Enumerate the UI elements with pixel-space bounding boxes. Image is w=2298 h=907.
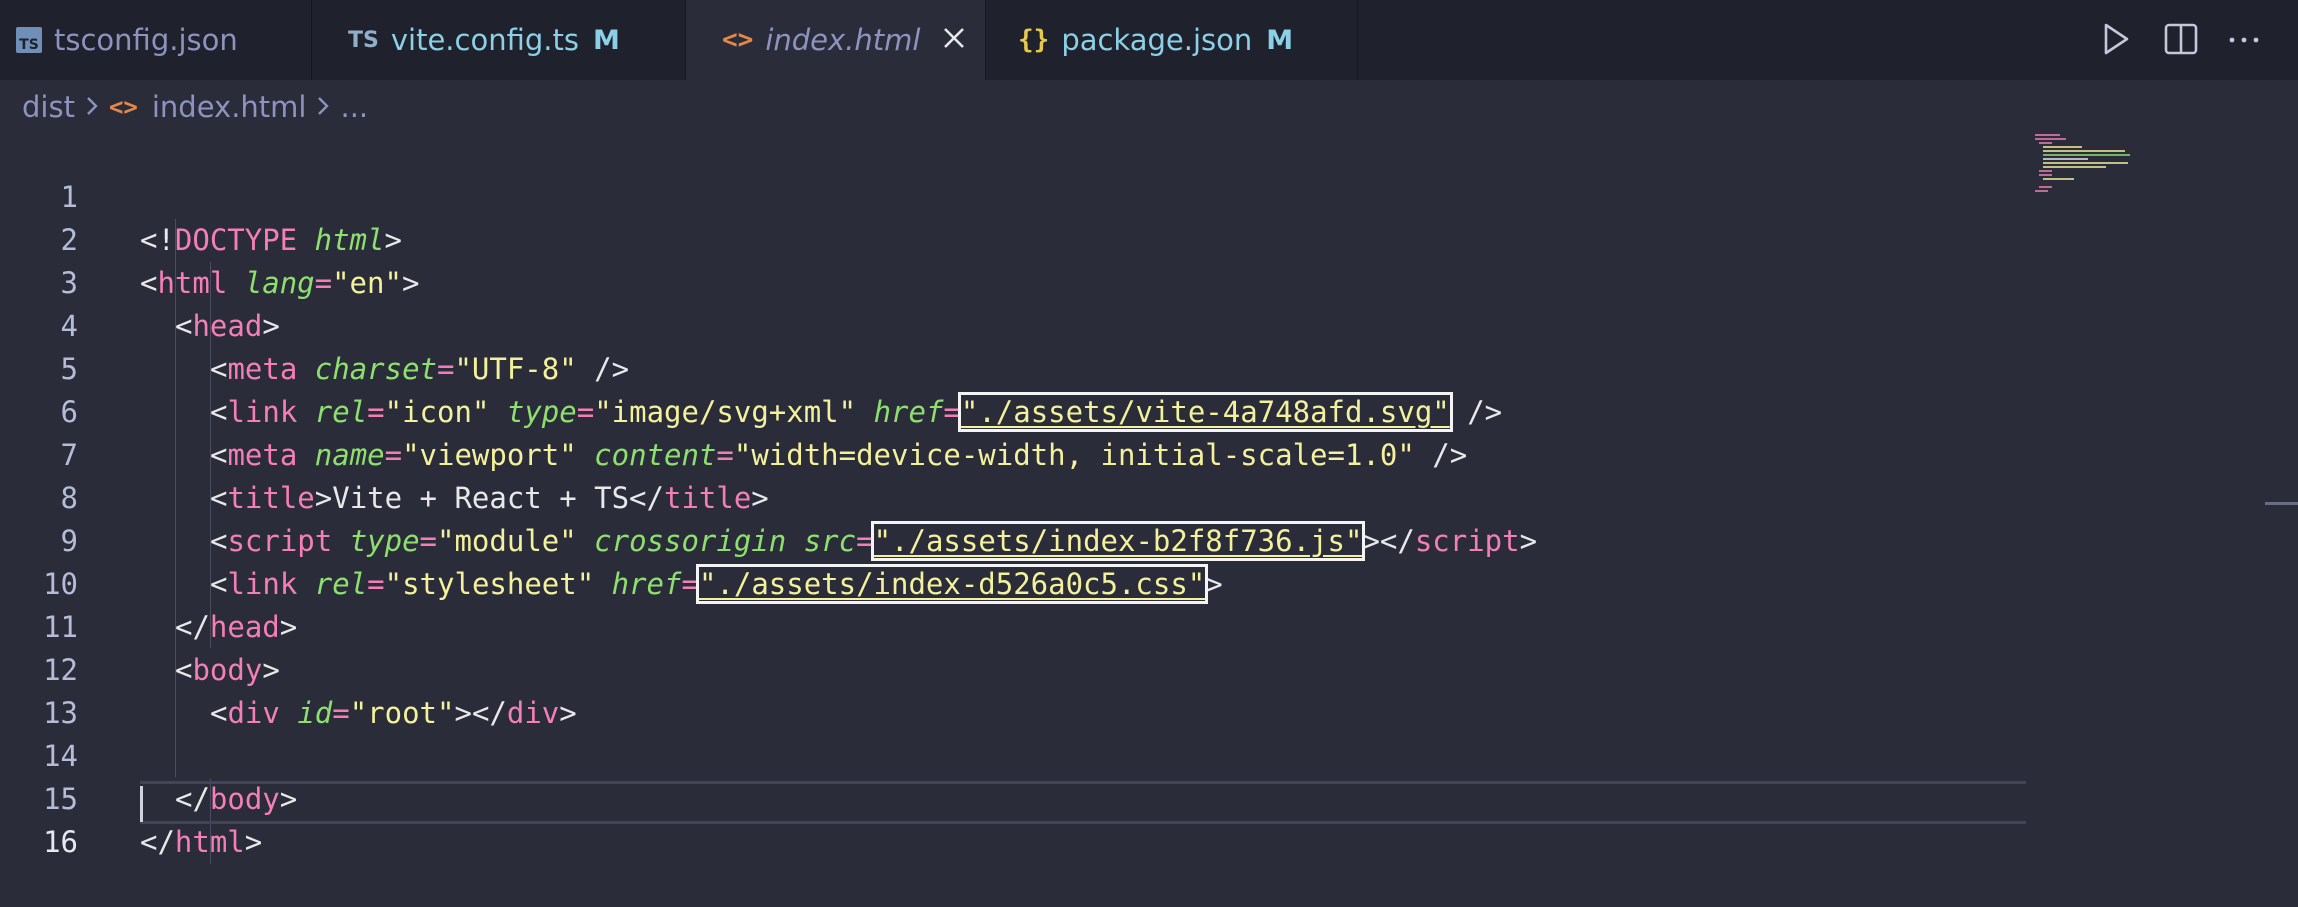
minimap-preview: [2035, 134, 2130, 192]
code-line: 11 <body>: [0, 563, 2030, 687]
close-icon[interactable]: [942, 23, 966, 57]
breadcrumb: dist <> index.html ...: [22, 88, 368, 126]
chevron-right-icon: [85, 90, 99, 124]
run-icon[interactable]: [2100, 20, 2132, 62]
tab-label: package.json: [1061, 23, 1253, 57]
breadcrumb-more[interactable]: ...: [340, 90, 368, 124]
code-line: 4 <meta charset="UTF-8" />: [0, 262, 2030, 386]
code-line: 13: [0, 649, 2030, 730]
html-file-icon: <>: [108, 93, 138, 121]
tab-index-html[interactable]: <> index.html: [686, 0, 986, 80]
json-file-icon: {}: [1018, 25, 1050, 55]
code-line: 12 <div id="root"></div>: [0, 606, 2030, 730]
text-cursor: [140, 786, 143, 822]
code-line: 15 </html>: [0, 735, 2030, 859]
code-line: 5 <link rel="icon" type="image/svg+xml" …: [0, 305, 2030, 432]
typescript-file-icon: TS: [348, 27, 379, 53]
editor-tab-bar: TS tsconfig.json TS vite.config.ts M <> …: [0, 0, 2298, 80]
minimap[interactable]: [2030, 130, 2298, 850]
tab-label: tsconfig.json: [54, 23, 238, 57]
tab-vite-config-ts[interactable]: TS vite.config.ts M: [312, 0, 686, 80]
modified-badge: M: [592, 24, 620, 56]
code-line: 3 <head>: [0, 219, 2030, 343]
split-editor-icon[interactable]: [2163, 20, 2199, 62]
line-number: 16: [43, 825, 78, 859]
more-icon[interactable]: [2226, 20, 2262, 62]
current-line-highlight: [140, 781, 2026, 824]
code-line: 9 <link rel="stylesheet" href="./assets/…: [0, 477, 2030, 604]
code-line: 7 <title>Vite + React + TS</title>: [0, 391, 2030, 515]
tab-tsconfig-json[interactable]: TS tsconfig.json: [0, 0, 312, 80]
html-file-icon: <>: [722, 25, 754, 55]
code-line: 1 <!DOCTYPE html>: [0, 133, 2030, 257]
tab-label: index.html: [765, 23, 921, 57]
code-line: 10 </head>: [0, 520, 2030, 644]
breadcrumb-file[interactable]: index.html: [152, 90, 307, 124]
chevron-right-icon: [316, 90, 330, 124]
code-line: 14 </body>: [0, 692, 2030, 816]
typescript-config-icon: TS: [16, 27, 42, 53]
modified-badge: M: [1266, 24, 1294, 56]
tab-label: vite.config.ts: [390, 23, 579, 57]
scrollbar-marker[interactable]: [2265, 502, 2298, 505]
tab-package-json[interactable]: {} package.json M: [986, 0, 1358, 80]
code-line: 2 <html lang="en">: [0, 176, 2030, 300]
code-line: 6 <meta name="viewport" content="width=d…: [0, 348, 2030, 472]
code-line: 8 <script type="module" crossorigin src=…: [0, 434, 2030, 561]
code-text: </html>: [140, 825, 263, 859]
breadcrumb-folder[interactable]: dist: [22, 90, 75, 124]
